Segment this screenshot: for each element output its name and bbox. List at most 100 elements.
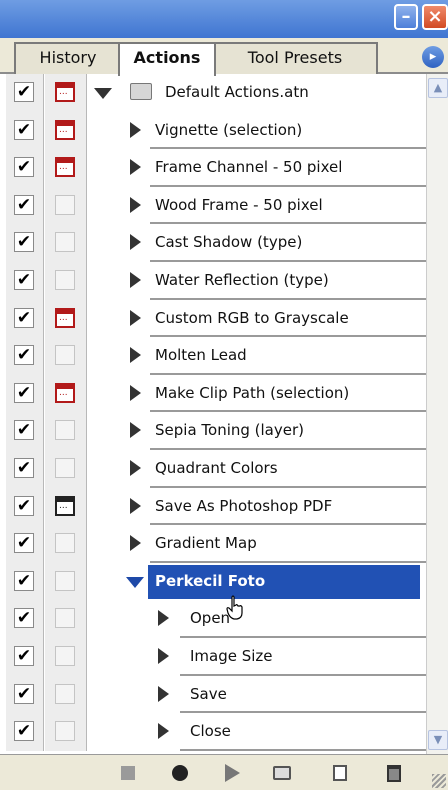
expand-right-icon[interactable] <box>130 422 141 439</box>
toggle-checkbox[interactable]: ✔ <box>14 157 34 178</box>
action-label: Water Reflection (type) <box>155 271 329 289</box>
action-row[interactable]: ✔ Water Reflection (type) <box>0 262 426 300</box>
action-row[interactable]: ✔ Save As Photoshop PDF <box>0 487 426 526</box>
action-row[interactable]: ✔ Sepia Toning (layer) <box>0 412 426 450</box>
action-row[interactable]: ✔ Vignette (selection) <box>0 111 426 150</box>
toggle-checkbox[interactable]: ✔ <box>14 420 34 441</box>
delete-button[interactable] <box>384 763 404 783</box>
record-button[interactable] <box>170 763 190 783</box>
action-label: Wood Frame - 50 pixel <box>155 195 323 214</box>
expand-right-icon[interactable] <box>130 535 141 552</box>
action-label: Image Size <box>190 647 273 665</box>
toggle-checkbox[interactable]: ✔ <box>14 119 34 140</box>
play-button[interactable] <box>222 763 242 783</box>
actions-list: ✔ Default Actions.atn ✔ Vignette (selection… <box>0 74 426 754</box>
expand-right-icon[interactable] <box>130 460 141 476</box>
toggle-checkbox[interactable]: ✔ <box>14 270 34 290</box>
action-step-row[interactable]: ✔ Save <box>0 675 426 714</box>
expand-right-icon[interactable] <box>158 648 169 664</box>
expand-right-icon[interactable] <box>158 610 169 627</box>
toggle-checkbox[interactable]: ✔ <box>14 345 34 366</box>
expand-right-icon[interactable] <box>130 234 141 251</box>
action-step-row[interactable]: ✔ Open <box>0 600 426 638</box>
tab-actions[interactable]: Actions <box>118 42 216 76</box>
dialog-toggle-cell <box>45 450 87 488</box>
dialog-toggle-icon[interactable] <box>55 420 75 441</box>
action-row[interactable]: ✔ Molten Lead <box>0 337 426 375</box>
action-step-row[interactable]: ✔ Image Size <box>0 638 426 676</box>
new-set-button[interactable] <box>272 763 292 783</box>
expand-down-icon[interactable] <box>94 88 112 99</box>
action-row[interactable]: ✔ Cast Shadow (type) <box>0 224 426 262</box>
action-step-row[interactable]: ✔ Close <box>0 713 426 751</box>
action-row[interactable]: ✔ Quadrant Colors <box>0 450 426 488</box>
toggle-checkbox[interactable]: ✔ <box>14 232 34 253</box>
toggle-checkbox[interactable]: ✔ <box>14 458 34 478</box>
action-set-row[interactable]: ✔ Default Actions.atn <box>0 74 426 112</box>
toggle-cell: ✔ <box>6 374 44 413</box>
tab-tool-presets[interactable]: Tool Presets <box>212 42 378 74</box>
dialog-toggle-icon[interactable] <box>55 232 75 253</box>
dialog-toggle-icon[interactable] <box>55 307 75 328</box>
toggle-checkbox[interactable]: ✔ <box>14 721 34 742</box>
expand-right-icon[interactable] <box>130 347 141 364</box>
close-button[interactable]: × <box>422 4 448 30</box>
expand-right-icon[interactable] <box>130 272 141 288</box>
expand-right-icon[interactable] <box>158 723 169 740</box>
dialog-toggle-icon[interactable] <box>55 646 75 666</box>
expand-right-icon[interactable] <box>130 196 141 213</box>
dialog-toggle-icon[interactable] <box>55 82 75 102</box>
panel-menu-button[interactable]: ▸ <box>422 46 444 68</box>
toggle-checkbox[interactable]: ✔ <box>14 533 34 554</box>
tab-bar: History Actions Tool Presets ▸ <box>0 38 448 76</box>
action-row[interactable]: ✔ Custom RGB to Grayscale <box>0 299 426 338</box>
dialog-toggle-icon[interactable] <box>55 270 75 290</box>
dialog-toggle-icon[interactable] <box>55 570 75 591</box>
action-row[interactable]: ✔ Gradient Map <box>0 525 426 563</box>
dialog-toggle-icon[interactable] <box>55 382 75 403</box>
dialog-toggle-icon[interactable] <box>55 495 75 516</box>
dialog-toggle-icon[interactable] <box>55 608 75 629</box>
expand-right-icon[interactable] <box>130 309 141 326</box>
toggle-checkbox[interactable]: ✔ <box>14 608 34 629</box>
toggle-checkbox[interactable]: ✔ <box>14 194 34 215</box>
dialog-toggle-icon[interactable] <box>55 683 75 704</box>
vertical-scrollbar[interactable]: ▲ ▼ <box>426 74 448 754</box>
toggle-cell: ✔ <box>6 487 44 526</box>
dialog-toggle-cell <box>45 412 87 450</box>
dialog-toggle-cell <box>45 487 87 526</box>
action-row[interactable]: ✔ Make Clip Path (selection) <box>0 374 426 413</box>
dialog-toggle-icon[interactable] <box>55 119 75 140</box>
new-action-button[interactable] <box>330 763 350 783</box>
toggle-checkbox[interactable]: ✔ <box>14 495 34 516</box>
expand-right-icon[interactable] <box>130 159 141 176</box>
toggle-checkbox[interactable]: ✔ <box>14 570 34 591</box>
action-row[interactable]: ✔ Frame Channel - 50 pixel <box>0 149 426 187</box>
toggle-checkbox[interactable]: ✔ <box>14 683 34 704</box>
stop-button[interactable] <box>118 763 138 783</box>
action-label: Custom RGB to Grayscale <box>155 308 349 327</box>
dialog-toggle-icon[interactable] <box>55 194 75 215</box>
scroll-up-button[interactable]: ▲ <box>428 78 448 98</box>
toggle-checkbox[interactable]: ✔ <box>14 82 34 102</box>
dialog-toggle-icon[interactable] <box>55 721 75 742</box>
expand-right-icon[interactable] <box>130 497 141 514</box>
toggle-checkbox[interactable]: ✔ <box>14 382 34 403</box>
resize-grip-icon[interactable] <box>432 774 446 788</box>
action-row[interactable]: ✔ Perkecil Foto <box>0 562 426 601</box>
tab-history[interactable]: History <box>14 42 122 74</box>
dialog-toggle-icon[interactable] <box>55 533 75 554</box>
dialog-toggle-icon[interactable] <box>55 345 75 366</box>
dialog-toggle-icon[interactable] <box>55 458 75 478</box>
minimize-button[interactable]: – <box>394 4 418 30</box>
toggle-checkbox[interactable]: ✔ <box>14 307 34 328</box>
expand-right-icon[interactable] <box>158 685 169 702</box>
expand-right-icon[interactable] <box>130 121 141 138</box>
expand-down-icon[interactable] <box>126 576 144 588</box>
dialog-toggle-icon[interactable] <box>55 157 75 178</box>
toggle-cell: ✔ <box>6 562 44 601</box>
action-row[interactable]: ✔ Wood Frame - 50 pixel <box>0 186 426 225</box>
scroll-down-button[interactable]: ▼ <box>428 730 448 750</box>
expand-right-icon[interactable] <box>130 384 141 401</box>
toggle-checkbox[interactable]: ✔ <box>14 646 34 666</box>
